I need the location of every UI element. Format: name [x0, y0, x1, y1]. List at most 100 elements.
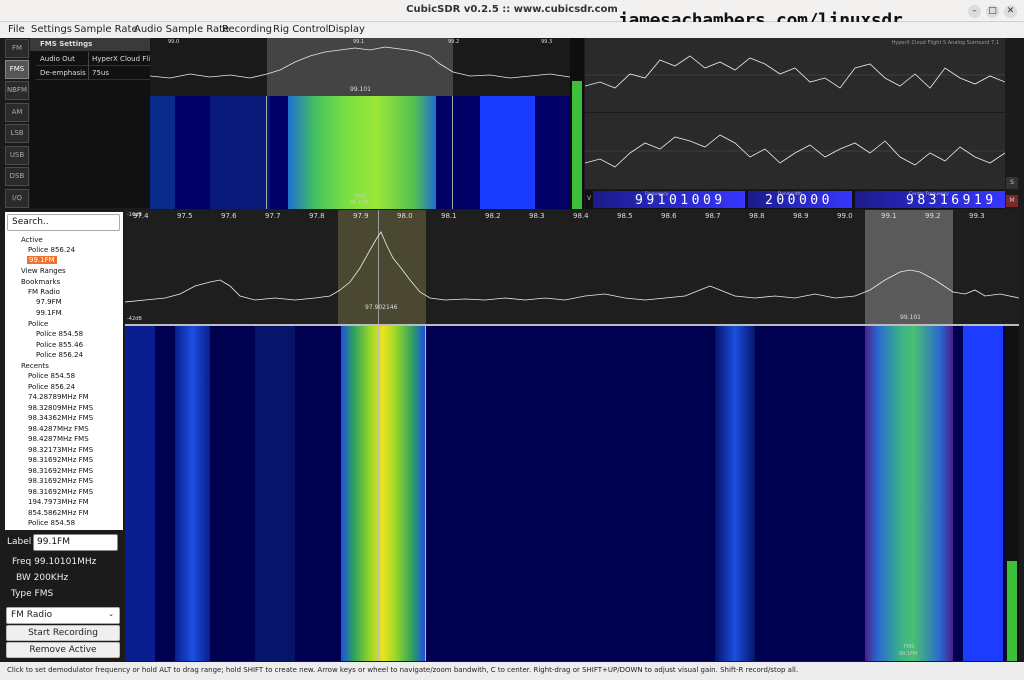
- wf-signal-97.9: [341, 326, 425, 661]
- tree-recent-item[interactable]: 98.31692MHz FMS: [28, 467, 93, 475]
- bw-info: BW 200KHz: [16, 573, 69, 583]
- label-input[interactable]: 99.1FM: [33, 534, 118, 551]
- tree-police-group[interactable]: Police: [28, 320, 48, 328]
- audio-out-row[interactable]: Audio Out HyperX Cloud Flight: [36, 52, 150, 66]
- audio-out-label: Audio Out: [40, 55, 75, 63]
- remove-active-button[interactable]: Remove Active: [6, 642, 120, 658]
- tree-recent-item[interactable]: 98.4287MHz FMS: [28, 435, 89, 443]
- menu-rig-control[interactable]: Rig Control: [273, 24, 328, 35]
- search-input[interactable]: Search..: [7, 214, 120, 231]
- status-bar: Click to set demodulator frequency or ho…: [0, 662, 1024, 680]
- menu-recording[interactable]: Recording: [222, 24, 272, 35]
- tree-bookmark-item[interactable]: Police 855.46: [36, 341, 83, 349]
- deemphasis-value[interactable]: 75us: [88, 66, 150, 80]
- wf-demod-label: FMS: [904, 644, 915, 650]
- mini-wf-marker: [266, 96, 267, 209]
- waterfall-speed-fill: [1007, 561, 1017, 661]
- mode-select[interactable]: FM Radio ⌄: [6, 607, 120, 624]
- wf-demod-label: 99.1FM: [899, 651, 918, 657]
- tree-recent-item[interactable]: Police 854.58: [28, 519, 75, 527]
- frequency-field[interactable]: Frequency 99101009: [593, 191, 745, 208]
- bandwidth-value[interactable]: 200000: [765, 193, 833, 208]
- chevron-down-icon: ⌄: [108, 610, 114, 618]
- menu-display[interactable]: Display: [328, 24, 365, 35]
- center-frequency-field[interactable]: Center Frequency 98316919: [855, 191, 1005, 208]
- tree-recent-item[interactable]: 98.31692MHz FMS: [28, 477, 93, 485]
- mode-nbfm-button[interactable]: NBFM: [5, 81, 29, 100]
- tree-recent-item[interactable]: Police 856.24: [28, 383, 75, 391]
- demod1-frequency-label: 97.902146: [365, 304, 398, 311]
- spectrum-avg-button[interactable]: S: [1006, 177, 1018, 189]
- tree-bookmark-item[interactable]: 99.1FM: [36, 309, 62, 317]
- tree-recent-item[interactable]: Police 854.58: [28, 372, 75, 380]
- label-row: Label 99.1FM: [5, 533, 123, 553]
- minimize-button[interactable]: –: [968, 5, 981, 18]
- tree-recent-item[interactable]: 98.4287MHz FMS: [28, 425, 89, 433]
- mini-wf-signal: [288, 96, 436, 209]
- wf-band: [255, 326, 295, 661]
- mode-am-button[interactable]: AM: [5, 103, 29, 122]
- tree-fm-radio-group[interactable]: FM Radio: [28, 288, 60, 296]
- center-frequency-value[interactable]: 98316919: [906, 193, 997, 208]
- demod2-frequency-label: 99.101: [900, 314, 921, 321]
- frequency-bar: V Frequency 99101009 Bandwidth 200000 Ce…: [585, 190, 1005, 209]
- tree-recent-item[interactable]: 194.7973MHz FM: [28, 498, 89, 506]
- tree-active-item-selected[interactable]: 99.1FM: [27, 256, 57, 264]
- freq-info: Freq 99.10101MHz: [12, 557, 97, 567]
- wf-demod-line: [378, 326, 379, 661]
- mini-spectrum[interactable]: 99.0 99.1 99.2 99.3 99.101: [150, 38, 570, 96]
- wf-band: [963, 326, 1003, 661]
- tree-recent-item[interactable]: 854.5862MHz FM: [28, 509, 89, 517]
- tree-recent-item[interactable]: 98.34362MHz FMS: [28, 414, 93, 422]
- wf-band: [175, 326, 210, 661]
- deemphasis-label: De-emphasis: [40, 69, 86, 77]
- wf-signal-99.1: [865, 326, 953, 661]
- tree-active-header[interactable]: Active: [21, 236, 43, 244]
- menu-audio-sample-rate[interactable]: Audio Sample Rate: [134, 24, 229, 35]
- main-spectrum-trace: [125, 231, 1019, 303]
- tree-recent-item[interactable]: 98.32173MHz FMS: [28, 446, 93, 454]
- maximize-button[interactable]: □: [986, 5, 999, 18]
- audio-level-meter[interactable]: [570, 38, 584, 209]
- fms-settings-panel: FMS Settings Audio Out HyperX Cloud Flig…: [30, 38, 150, 208]
- frequency-value[interactable]: 99101009: [635, 193, 726, 208]
- tree-bookmarks-header[interactable]: Bookmarks: [21, 278, 60, 286]
- main-spectrum[interactable]: 97.4 97.5 97.6 97.7 97.8 97.9 98.0 98.1 98.2 98.3…: [125, 210, 1019, 324]
- tree-recent-item[interactable]: 98.31692MHz FMS: [28, 456, 93, 464]
- menu-file[interactable]: File: [8, 24, 25, 35]
- waterfall-speed-meter[interactable]: [1005, 326, 1019, 661]
- mute-button[interactable]: M: [1006, 195, 1018, 207]
- menu-sample-rate[interactable]: Sample Rate: [74, 24, 138, 35]
- main-waterfall[interactable]: FMS 99.1FM: [125, 326, 1005, 661]
- audio-scope-left: HyperX Cloud Flight S Analog Surround 7.…: [585, 38, 1005, 112]
- mini-waterfall[interactable]: FMS 99.1FM: [150, 96, 570, 209]
- menu-bar: File Settings Sample Rate Audio Sample R…: [0, 22, 1024, 38]
- wf-band: [715, 326, 755, 661]
- fms-settings-title: FMS Settings: [30, 38, 150, 51]
- tree-view-ranges[interactable]: View Ranges: [21, 267, 66, 275]
- tree-active-item[interactable]: Police 856.24: [28, 246, 75, 254]
- mini-wf-marker: [452, 96, 453, 209]
- mode-fm-button[interactable]: FM: [5, 39, 29, 58]
- mode-dsb-button[interactable]: DSB: [5, 167, 29, 186]
- type-info: Type FMS: [11, 589, 54, 599]
- start-recording-button[interactable]: Start Recording: [6, 625, 120, 641]
- tree-recent-item[interactable]: 74.28789MHz FM: [28, 393, 89, 401]
- mode-iq-button[interactable]: I/Q: [5, 189, 29, 208]
- mini-wf-band: [480, 96, 535, 209]
- bandwidth-field[interactable]: Bandwidth 200000: [748, 191, 852, 208]
- close-button[interactable]: ✕: [1004, 5, 1017, 18]
- mode-lsb-button[interactable]: LSB: [5, 124, 29, 143]
- tree-recent-item[interactable]: 98.31692MHz FMS: [28, 488, 93, 496]
- tree-bookmark-item[interactable]: 97.9FM: [36, 298, 62, 306]
- mode-usb-button[interactable]: USB: [5, 146, 29, 165]
- menu-settings[interactable]: Settings: [31, 24, 72, 35]
- tree-bookmark-item[interactable]: Police 856.24: [36, 351, 83, 359]
- tree-recents-header[interactable]: Recents: [21, 362, 49, 370]
- mini-wf-label: 99.1FM: [350, 200, 369, 206]
- mode-fms-button[interactable]: FMS: [5, 60, 29, 79]
- deemphasis-row[interactable]: De-emphasis 75us: [36, 66, 150, 80]
- tree-recent-item[interactable]: 98.32809MHz FMS: [28, 404, 93, 412]
- audio-out-value[interactable]: HyperX Cloud Flight: [88, 52, 150, 66]
- tree-bookmark-item[interactable]: Police 854.58: [36, 330, 83, 338]
